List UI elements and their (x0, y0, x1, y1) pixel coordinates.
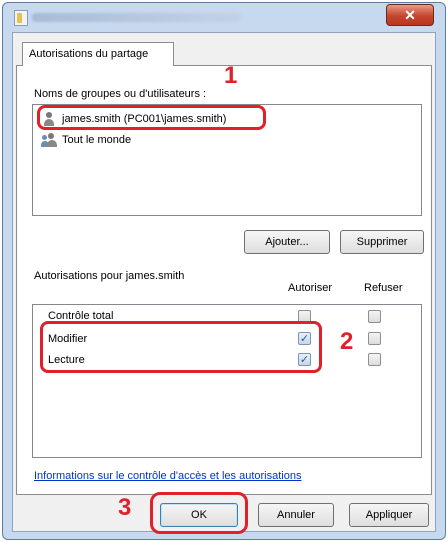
list-item-everyone[interactable]: Tout le monde (41, 131, 132, 149)
allow-column-header: Autoriser (288, 282, 333, 294)
highlight-ok (150, 492, 248, 534)
checkbox-deny-modify[interactable] (368, 332, 381, 345)
permissions-label: Autorisations pour james.smith (34, 270, 185, 282)
highlight-user (37, 105, 266, 130)
highlight-permissions (40, 321, 322, 373)
remove-button[interactable]: Supprimer (340, 230, 424, 254)
deny-column-header: Refuser (364, 282, 403, 294)
groups-label: Noms de groupes ou d'utilisateurs : (34, 88, 207, 100)
permission-label: Contrôle total (48, 310, 114, 319)
apply-button[interactable]: Appliquer (349, 503, 429, 527)
permission-row-full-control: Contrôle total (48, 307, 113, 319)
close-button[interactable]: ✕ (386, 4, 434, 26)
access-control-help-link[interactable]: Informations sur le contrôle d'accès et … (34, 470, 301, 482)
folder-icon (14, 10, 28, 26)
step-number-1: 1 (224, 62, 238, 89)
group-icon (41, 133, 57, 147)
close-icon: ✕ (404, 6, 416, 23)
checkbox-deny-full-control[interactable] (368, 310, 381, 323)
step-number-2: 2 (340, 328, 354, 355)
window-title-blurred (32, 13, 242, 22)
cancel-button[interactable]: Annuler (258, 503, 334, 527)
checkbox-deny-read[interactable] (368, 353, 381, 366)
step-number-3: 3 (118, 494, 132, 521)
tab-share-permissions[interactable]: Autorisations du partage (22, 42, 174, 66)
group-name: Tout le monde (62, 134, 132, 146)
add-button[interactable]: Ajouter... (244, 230, 330, 254)
